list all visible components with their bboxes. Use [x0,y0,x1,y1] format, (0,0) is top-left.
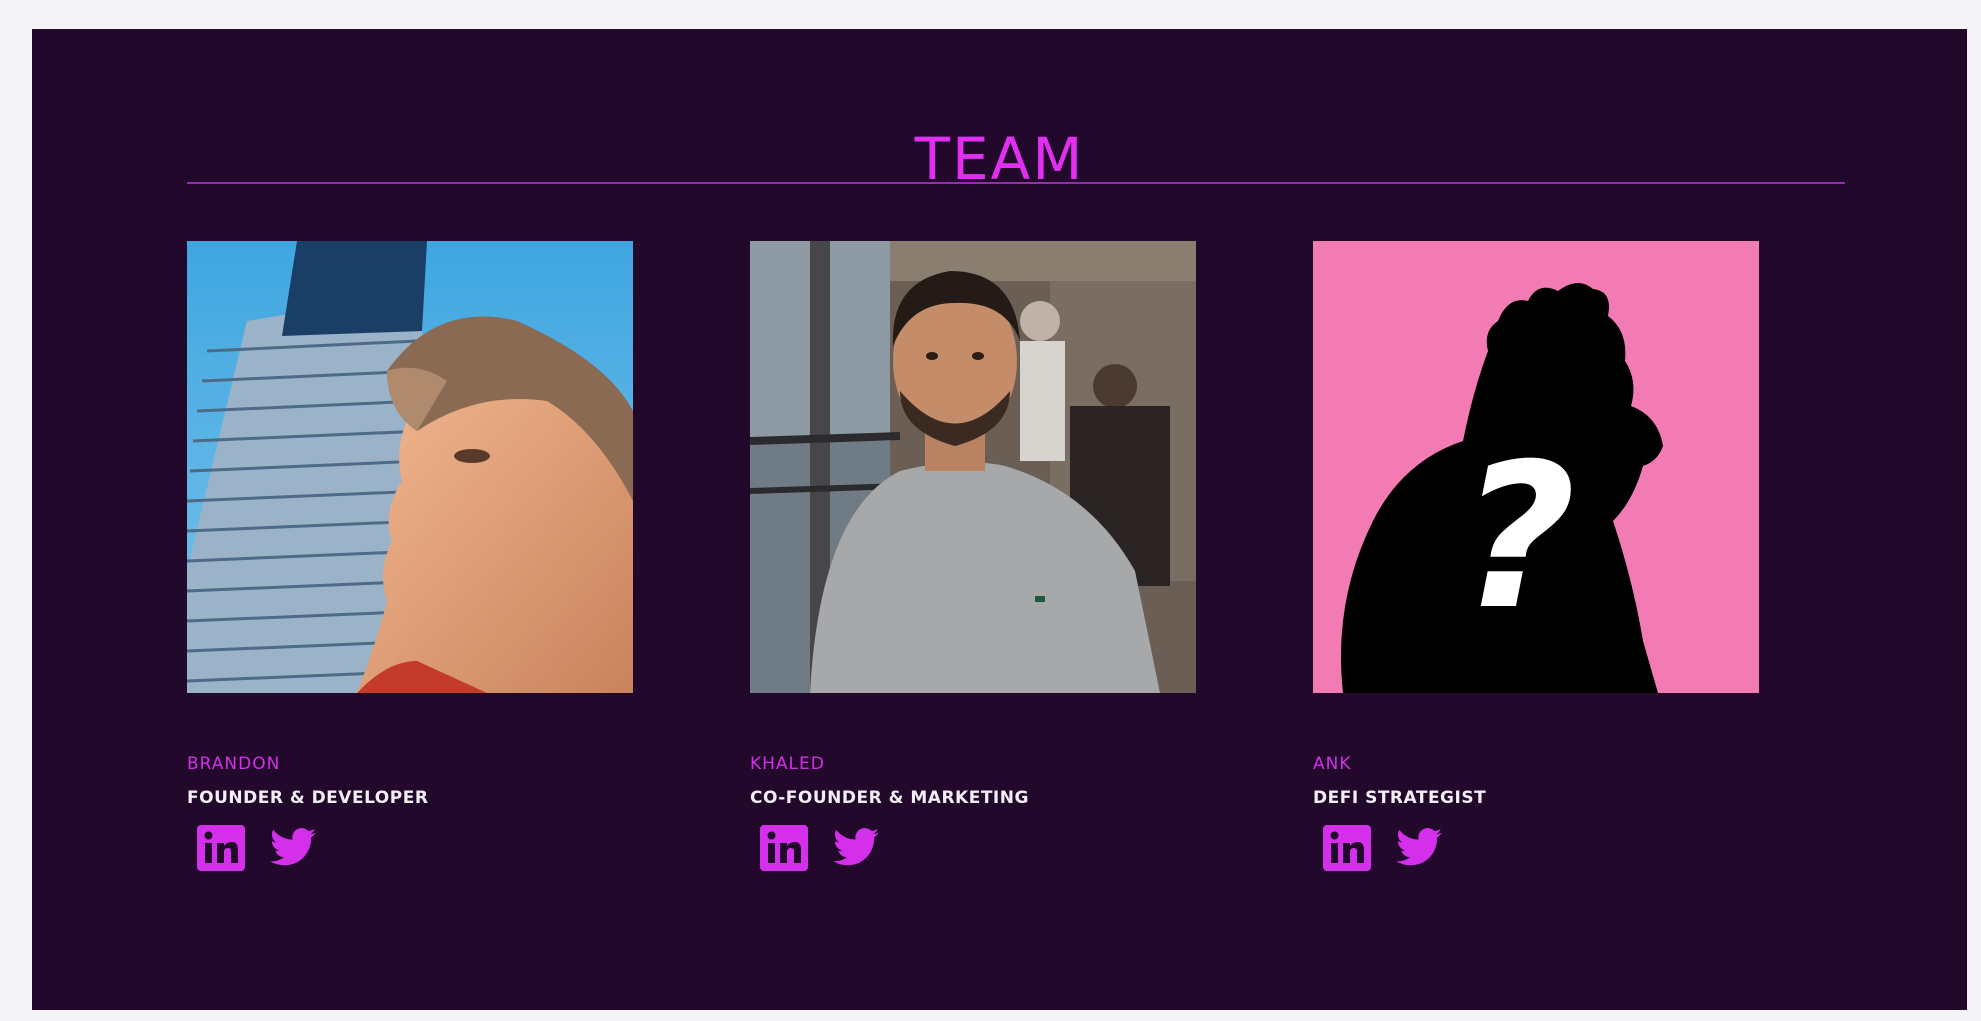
twitter-icon[interactable] [267,823,319,873]
member-photo-brandon [187,241,633,693]
social-links [750,823,1196,873]
member-role: FOUNDER & DEVELOPER [187,788,429,808]
twitter-icon[interactable] [830,823,882,873]
title-divider [187,182,1845,184]
question-mark-icon: ? [1460,421,1576,654]
member-name: ANK [1313,754,1352,774]
member-role: DEFI STRATEGIST [1313,788,1487,808]
member-role: CO-FOUNDER & MARKETING [750,788,1029,808]
twitter-icon[interactable] [1393,823,1445,873]
team-member-card: BRANDON FOUNDER & DEVELOPER [187,241,633,873]
linkedin-icon[interactable] [1321,823,1373,873]
linkedin-icon[interactable] [195,823,247,873]
member-name: BRANDON [187,754,281,774]
social-links [187,823,633,873]
member-photo-khaled [750,241,1196,693]
team-member-card: ? ANK DEFI STRATEGIST [1313,241,1759,873]
member-photo-ank: ? [1313,241,1759,693]
social-links [1313,823,1759,873]
team-member-card: KHALED CO-FOUNDER & MARKETING [750,241,1196,873]
linkedin-icon[interactable] [758,823,810,873]
member-name: KHALED [750,754,825,774]
team-section: TEAM BRANDON FOUNDER & DEVELOPER KHALED … [32,29,1967,1010]
